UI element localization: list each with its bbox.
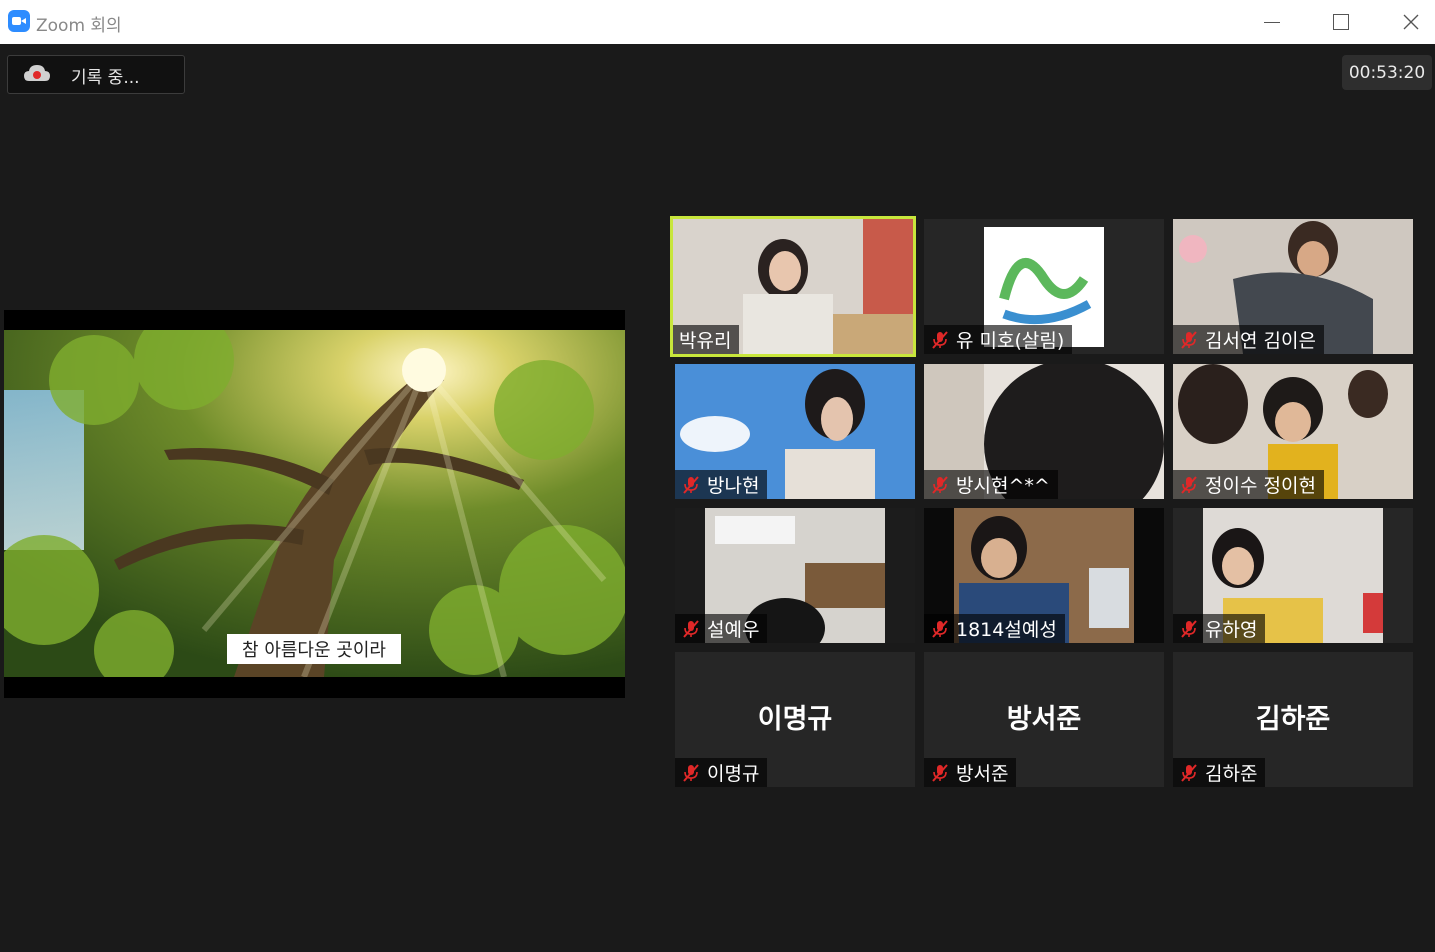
participant-name-badge: 정이수 정이현 [1173, 470, 1324, 499]
cloud-record-icon [24, 65, 50, 81]
microphone-muted-icon [932, 330, 948, 349]
participant-name: 김서연 김이은 [1205, 330, 1316, 352]
close-icon [1403, 14, 1419, 30]
participant-tile[interactable]: 방시현^*^ [924, 364, 1164, 499]
participant-name-badge: 유 미호(살림) [924, 325, 1073, 354]
participant-name-badge: 김서연 김이은 [1173, 325, 1324, 354]
participant-name-badge: 1814설예성 [924, 614, 1065, 643]
participant-name-badge: 방서준 [924, 758, 1017, 787]
microphone-muted-icon [683, 475, 699, 494]
participant-tile[interactable]: 유하영 [1173, 508, 1413, 643]
participant-display-name: 이명규 [757, 704, 833, 735]
participant-tile[interactable]: 이명규 이명규 [675, 652, 915, 787]
participant-name: 김하준 [1205, 763, 1258, 785]
microphone-muted-icon [932, 475, 948, 494]
participant-name-badge: 방시현^*^ [924, 470, 1058, 499]
microphone-muted-icon [683, 619, 699, 638]
participant-name-badge: 방나현 [675, 470, 768, 499]
participant-name: 유 미호(살림) [956, 330, 1065, 352]
recording-indicator[interactable]: 기록 중... [7, 55, 185, 94]
participant-name-badge: 이명규 [675, 758, 768, 787]
zoom-app-icon [8, 10, 30, 32]
participant-name: 정이수 정이현 [1205, 475, 1316, 497]
minimize-icon [1264, 21, 1280, 23]
microphone-muted-icon [932, 763, 948, 782]
maximize-button[interactable] [1318, 0, 1364, 44]
participant-tile[interactable]: 방나현 [675, 364, 915, 499]
microphone-muted-icon [1181, 475, 1197, 494]
participant-name: 방나현 [707, 475, 760, 497]
microphone-muted-icon [1181, 619, 1197, 638]
share-caption: 참 아름다운 곳이라 [227, 634, 401, 664]
window-title: Zoom 회의 [36, 16, 122, 36]
close-button[interactable] [1388, 0, 1434, 44]
title-bar: Zoom 회의 [0, 0, 1435, 44]
participant-tile[interactable]: 유 미호(살림) [924, 219, 1164, 354]
microphone-muted-icon [1181, 330, 1197, 349]
participant-tile[interactable]: 박유리 [670, 216, 916, 357]
participant-tile[interactable]: 방서준 방서준 [924, 652, 1164, 787]
participant-tile[interactable]: 정이수 정이현 [1173, 364, 1413, 499]
maximize-icon [1333, 14, 1349, 30]
minimize-button[interactable] [1249, 0, 1295, 44]
participant-name-badge: 박유리 [673, 325, 740, 354]
participant-name: 방서준 [956, 763, 1009, 785]
microphone-muted-icon [1181, 763, 1197, 782]
participant-tile[interactable]: 1814설예성 [924, 508, 1164, 643]
participant-display-name: 김하준 [1255, 704, 1331, 735]
participant-name: 박유리 [679, 330, 732, 352]
participant-tile[interactable]: 김하준 김하준 [1173, 652, 1413, 787]
participant-name: 유하영 [1205, 619, 1258, 641]
participant-name: 1814설예성 [956, 619, 1057, 641]
recording-label: 기록 중... [71, 68, 140, 88]
meeting-timer: 00:53:20 [1342, 55, 1432, 90]
microphone-muted-icon [683, 763, 699, 782]
participant-name: 방시현^*^ [956, 475, 1050, 497]
participant-name: 설예우 [707, 619, 760, 641]
participant-name-badge: 김하준 [1173, 758, 1266, 787]
microphone-muted-icon [932, 619, 948, 638]
participant-name-badge: 유하영 [1173, 614, 1266, 643]
participant-tile[interactable]: 김서연 김이은 [1173, 219, 1413, 354]
forest-scene [4, 330, 625, 677]
participant-name: 이명규 [707, 763, 760, 785]
participant-display-name: 방서준 [1006, 704, 1082, 735]
participant-name-badge: 설예우 [675, 614, 768, 643]
participant-tile[interactable]: 설예우 [675, 508, 915, 643]
